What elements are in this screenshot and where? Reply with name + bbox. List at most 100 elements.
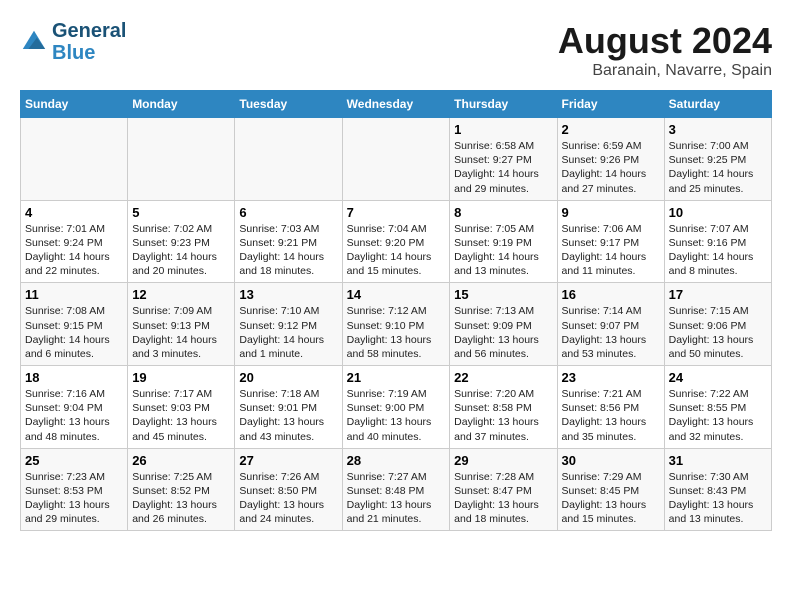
day-number: 7 [347, 205, 446, 220]
day-number: 16 [562, 287, 660, 302]
day-content: Sunrise: 7:09 AM Sunset: 9:13 PM Dayligh… [132, 304, 230, 361]
calendar-cell: 10Sunrise: 7:07 AM Sunset: 9:16 PM Dayli… [664, 200, 771, 283]
logo-text-line2: Blue [52, 42, 126, 64]
day-number: 1 [454, 122, 552, 137]
calendar-cell: 17 Sunrise: 7:15 AM Sunset: 9:06 PM Dayli… [664, 283, 771, 366]
calendar-cell: 6 Sunrise: 7:03 AM Sunset: 9:21 PM Daylig… [235, 200, 342, 283]
page-header: General Blue August 2024 Baranain, Navar… [20, 20, 772, 80]
day-content: Sunrise: 7:17 AM Sunset: 9:03 PM Dayligh… [132, 387, 230, 444]
calendar-cell: 16 Sunrise: 7:14 AM Sunset: 9:07 PM Dayli… [557, 283, 664, 366]
calendar-cell: 22 Sunrise: 7:20 AM Sunset: 8:58 PM Dayli… [450, 366, 557, 449]
calendar-cell: 4 Sunrise: 7:01 AM Sunset: 9:24 PM Daylig… [21, 200, 128, 283]
day-number: 20 [239, 370, 337, 385]
day-content: Sunrise: 7:01 AM Sunset: 9:24 PM Dayligh… [25, 222, 123, 279]
calendar-cell: 5 Sunrise: 7:02 AM Sunset: 9:23 PM Daylig… [128, 200, 235, 283]
calendar-cell: 9Sunrise: 7:06 AM Sunset: 9:17 PM Daylig… [557, 200, 664, 283]
calendar-cell: 31 Sunrise: 7:30 AM Sunset: 8:43 PM Dayli… [664, 448, 771, 531]
month-title: August 2024 [558, 20, 772, 62]
calendar-cell: 11 Sunrise: 7:08 AM Sunset: 9:15 PM Dayli… [21, 283, 128, 366]
day-content: Sunrise: 7:22 AM Sunset: 8:55 PM Dayligh… [669, 387, 767, 444]
day-number: 2 [562, 122, 660, 137]
day-content: Sunrise: 7:07 AM Sunset: 9:16 PM Dayligh… [669, 222, 767, 279]
day-number: 6 [239, 205, 337, 220]
day-content: Sunrise: 7:29 AM Sunset: 8:45 PM Dayligh… [562, 470, 660, 527]
logo-icon [20, 28, 48, 56]
day-number: 17 [669, 287, 767, 302]
day-content: Sunrise: 7:04 AM Sunset: 9:20 PM Dayligh… [347, 222, 446, 279]
day-content: Sunrise: 7:25 AM Sunset: 8:52 PM Dayligh… [132, 470, 230, 527]
calendar-cell: 29 Sunrise: 7:28 AM Sunset: 8:47 PM Dayli… [450, 448, 557, 531]
calendar-cell: 13 Sunrise: 7:10 AM Sunset: 9:12 PM Dayli… [235, 283, 342, 366]
day-content: Sunrise: 7:10 AM Sunset: 9:12 PM Dayligh… [239, 304, 337, 361]
day-content: Sunrise: 7:30 AM Sunset: 8:43 PM Dayligh… [669, 470, 767, 527]
calendar-week-1: 1 Sunrise: 6:58 AM Sunset: 9:27 PM Daylig… [21, 118, 772, 201]
day-content: Sunrise: 7:13 AM Sunset: 9:09 PM Dayligh… [454, 304, 552, 361]
day-content: Sunrise: 7:14 AM Sunset: 9:07 PM Dayligh… [562, 304, 660, 361]
calendar-cell: 1 Sunrise: 6:58 AM Sunset: 9:27 PM Daylig… [450, 118, 557, 201]
calendar-cell: 18 Sunrise: 7:16 AM Sunset: 9:04 PM Dayli… [21, 366, 128, 449]
weekday-header-wednesday: Wednesday [342, 91, 450, 118]
weekday-header-sunday: Sunday [21, 91, 128, 118]
location-subtitle: Baranain, Navarre, Spain [558, 62, 772, 80]
calendar-cell [342, 118, 450, 201]
calendar-cell: 19 Sunrise: 7:17 AM Sunset: 9:03 PM Dayli… [128, 366, 235, 449]
day-number: 31 [669, 453, 767, 468]
day-number: 18 [25, 370, 123, 385]
day-number: 28 [347, 453, 446, 468]
day-number: 25 [25, 453, 123, 468]
calendar-week-3: 11 Sunrise: 7:08 AM Sunset: 9:15 PM Dayli… [21, 283, 772, 366]
day-content: Sunrise: 7:08 AM Sunset: 9:15 PM Dayligh… [25, 304, 123, 361]
calendar-week-5: 25Sunrise: 7:23 AM Sunset: 8:53 PM Dayli… [21, 448, 772, 531]
day-content: Sunrise: 7:27 AM Sunset: 8:48 PM Dayligh… [347, 470, 446, 527]
calendar-cell: 2 Sunrise: 6:59 AM Sunset: 9:26 PM Daylig… [557, 118, 664, 201]
day-content: Sunrise: 7:20 AM Sunset: 8:58 PM Dayligh… [454, 387, 552, 444]
weekday-header-saturday: Saturday [664, 91, 771, 118]
day-content: Sunrise: 7:03 AM Sunset: 9:21 PM Dayligh… [239, 222, 337, 279]
weekday-header-friday: Friday [557, 91, 664, 118]
day-content: Sunrise: 6:59 AM Sunset: 9:26 PM Dayligh… [562, 139, 660, 196]
day-content: Sunrise: 7:12 AM Sunset: 9:10 PM Dayligh… [347, 304, 446, 361]
calendar-cell: 20 Sunrise: 7:18 AM Sunset: 9:01 PM Dayli… [235, 366, 342, 449]
day-number: 23 [562, 370, 660, 385]
day-number: 12 [132, 287, 230, 302]
calendar-cell: 14 Sunrise: 7:12 AM Sunset: 9:10 PM Dayli… [342, 283, 450, 366]
day-content: Sunrise: 7:15 AM Sunset: 9:06 PM Dayligh… [669, 304, 767, 361]
calendar-week-4: 18 Sunrise: 7:16 AM Sunset: 9:04 PM Dayli… [21, 366, 772, 449]
day-content: Sunrise: 7:02 AM Sunset: 9:23 PM Dayligh… [132, 222, 230, 279]
weekday-header-thursday: Thursday [450, 91, 557, 118]
calendar-week-2: 4 Sunrise: 7:01 AM Sunset: 9:24 PM Daylig… [21, 200, 772, 283]
day-content: Sunrise: 7:21 AM Sunset: 8:56 PM Dayligh… [562, 387, 660, 444]
calendar-cell: 24Sunrise: 7:22 AM Sunset: 8:55 PM Dayli… [664, 366, 771, 449]
day-number: 5 [132, 205, 230, 220]
weekday-header-tuesday: Tuesday [235, 91, 342, 118]
day-number: 19 [132, 370, 230, 385]
day-content: Sunrise: 7:28 AM Sunset: 8:47 PM Dayligh… [454, 470, 552, 527]
logo: General Blue [20, 20, 126, 64]
calendar-cell [128, 118, 235, 201]
day-number: 14 [347, 287, 446, 302]
day-number: 13 [239, 287, 337, 302]
day-content: Sunrise: 6:58 AM Sunset: 9:27 PM Dayligh… [454, 139, 552, 196]
day-number: 9 [562, 205, 660, 220]
calendar-table: SundayMondayTuesdayWednesdayThursdayFrid… [20, 90, 772, 531]
day-number: 8 [454, 205, 552, 220]
calendar-cell: 30Sunrise: 7:29 AM Sunset: 8:45 PM Dayli… [557, 448, 664, 531]
day-number: 4 [25, 205, 123, 220]
day-number: 3 [669, 122, 767, 137]
calendar-cell: 26Sunrise: 7:25 AM Sunset: 8:52 PM Dayli… [128, 448, 235, 531]
day-content: Sunrise: 7:16 AM Sunset: 9:04 PM Dayligh… [25, 387, 123, 444]
calendar-cell: 25Sunrise: 7:23 AM Sunset: 8:53 PM Dayli… [21, 448, 128, 531]
weekday-header-row: SundayMondayTuesdayWednesdayThursdayFrid… [21, 91, 772, 118]
title-block: August 2024 Baranain, Navarre, Spain [558, 20, 772, 80]
calendar-cell: 23 Sunrise: 7:21 AM Sunset: 8:56 PM Dayli… [557, 366, 664, 449]
day-content: Sunrise: 7:05 AM Sunset: 9:19 PM Dayligh… [454, 222, 552, 279]
calendar-cell [21, 118, 128, 201]
day-number: 22 [454, 370, 552, 385]
day-number: 11 [25, 287, 123, 302]
day-number: 29 [454, 453, 552, 468]
day-number: 27 [239, 453, 337, 468]
day-content: Sunrise: 7:18 AM Sunset: 9:01 PM Dayligh… [239, 387, 337, 444]
day-number: 21 [347, 370, 446, 385]
calendar-cell: 28 Sunrise: 7:27 AM Sunset: 8:48 PM Dayli… [342, 448, 450, 531]
day-content: Sunrise: 7:19 AM Sunset: 9:00 PM Dayligh… [347, 387, 446, 444]
